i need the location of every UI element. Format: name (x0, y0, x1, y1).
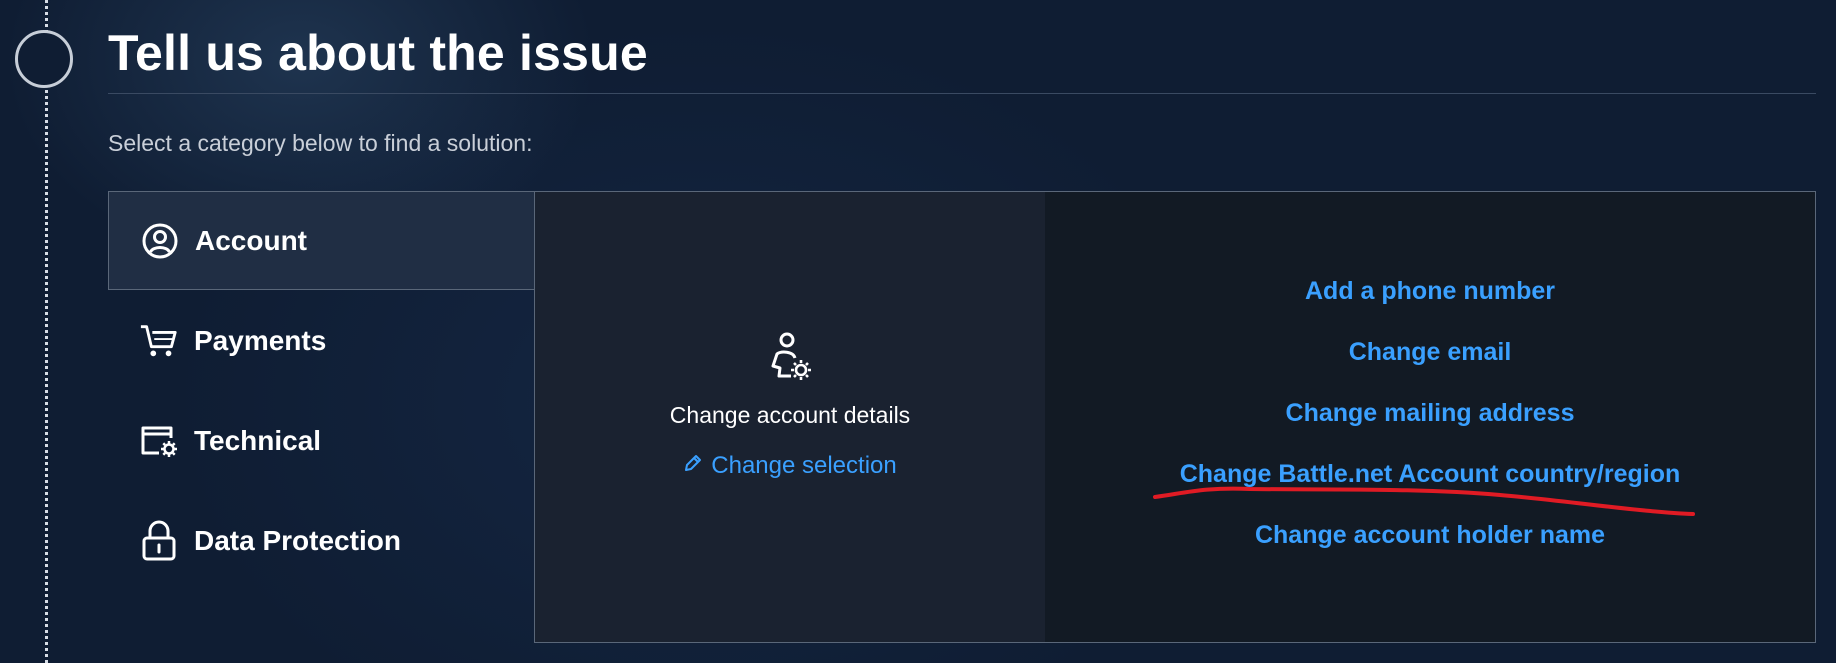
option-change-country-region[interactable]: Change Battle.net Account country/region (1045, 460, 1815, 489)
category-technical[interactable]: Technical (108, 391, 535, 490)
issue-panel: Account Payments Technical Data Protecti… (108, 191, 1816, 643)
category-label: Technical (194, 424, 322, 456)
category-label: Data Protection (194, 524, 401, 556)
page-subtitle: Select a category below to find a soluti… (108, 130, 533, 156)
option-change-account-holder-name[interactable]: Change account holder name (1045, 521, 1815, 550)
lock-icon (139, 520, 179, 561)
change-selection-label: Change selection (711, 452, 897, 479)
category-label: Payments (194, 324, 327, 356)
category-payments[interactable]: Payments (108, 291, 535, 390)
timeline-dotted-line (45, 0, 48, 663)
title-divider (108, 93, 1816, 94)
category-account[interactable]: Account (108, 191, 535, 290)
cart-icon (139, 321, 179, 361)
account-circle-icon (140, 221, 180, 261)
option-add-phone-number[interactable]: Add a phone number (1045, 277, 1815, 306)
category-label: Account (195, 224, 307, 256)
category-data-protection[interactable]: Data Protection (108, 491, 535, 590)
page-title: Tell us about the issue (108, 25, 648, 81)
selected-subcategory-label: Change account details (669, 402, 911, 428)
option-change-email[interactable]: Change email (1045, 338, 1815, 367)
change-selection-link[interactable]: Change selection (535, 452, 1045, 480)
pencil-icon (683, 452, 703, 480)
option-change-mailing-address[interactable]: Change mailing address (1045, 399, 1815, 428)
category-list: Account Payments Technical Data Protecti… (108, 191, 535, 643)
issue-options-panel: Add a phone number Change email Change m… (1045, 191, 1816, 643)
selected-subcategory-panel: Change account details Change selection (534, 191, 1046, 643)
timeline-step-circle (15, 30, 73, 88)
window-gear-icon (139, 421, 179, 461)
user-gear-icon (767, 330, 815, 386)
